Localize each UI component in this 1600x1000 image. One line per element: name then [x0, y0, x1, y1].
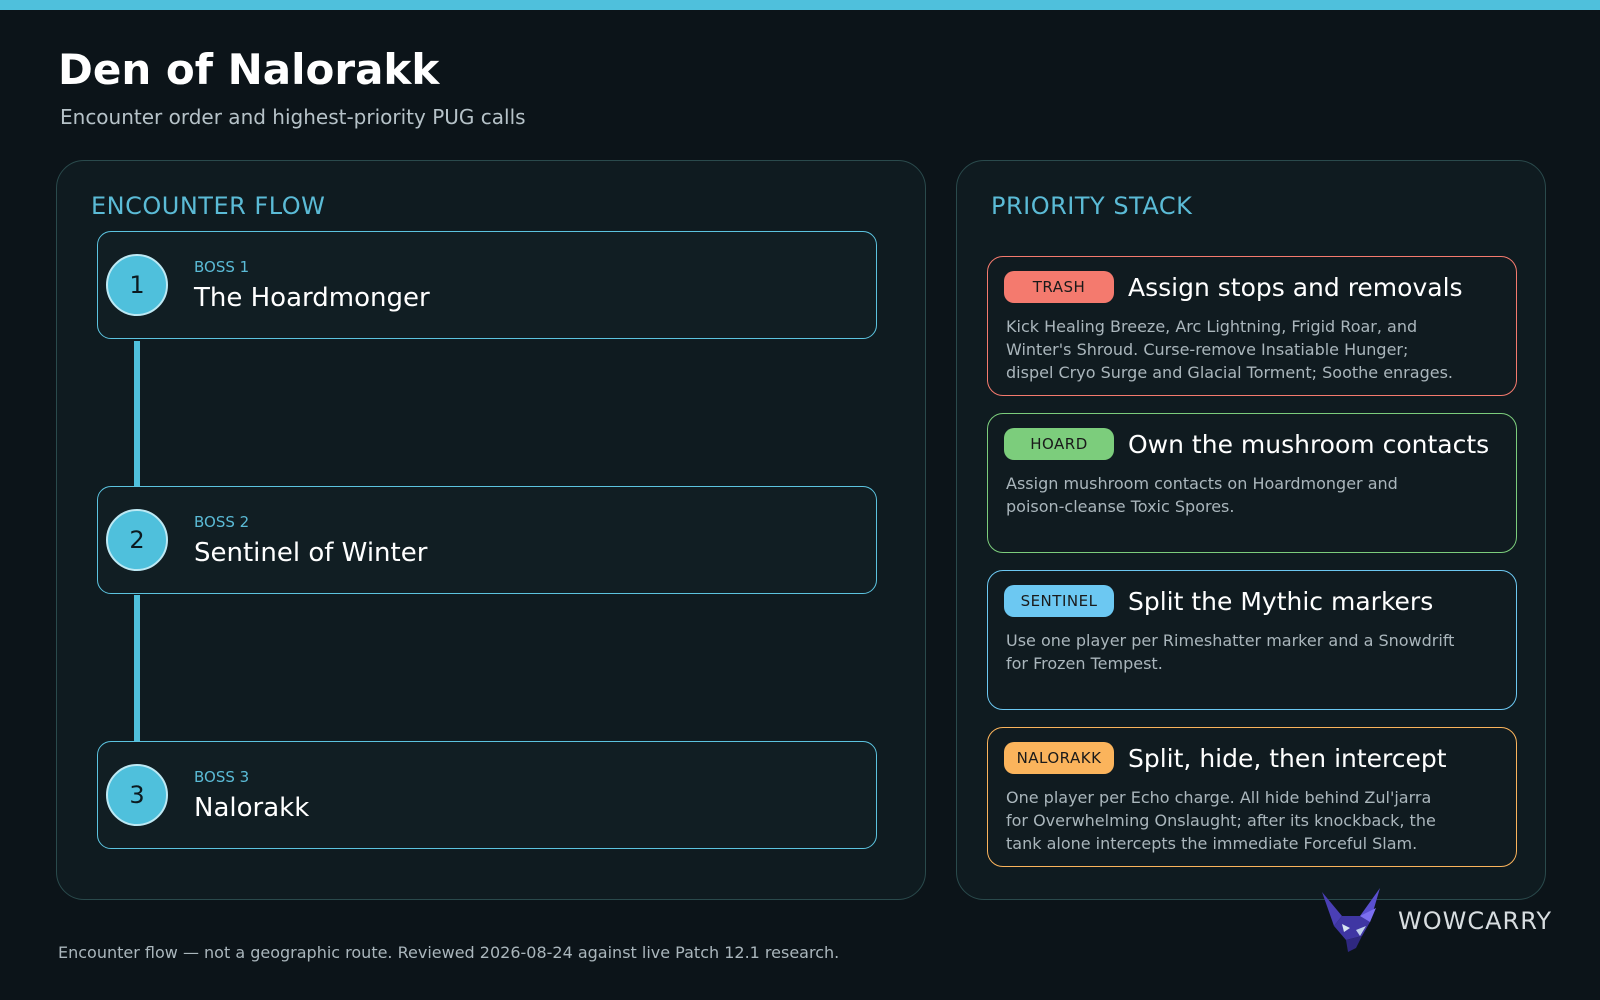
page-title: Den of Nalorakk: [58, 45, 440, 94]
priority-stack-heading: PRIORITY STACK: [991, 192, 1193, 220]
footer-note: Encounter flow — not a geographic route.…: [58, 943, 840, 962]
boss-name: Nalorakk: [194, 793, 310, 823]
boss-number-badge: 3: [106, 764, 168, 826]
boss-name: Sentinel of Winter: [194, 538, 428, 568]
boss-label: BOSS 2: [194, 513, 250, 531]
priority-title: Split, hide, then intercept: [1128, 744, 1447, 773]
boss-card-2[interactable]: 2 BOSS 2 Sentinel of Winter: [97, 486, 877, 594]
boss-name: The Hoardmonger: [194, 283, 430, 313]
priority-card-nalorakk[interactable]: NALORAKK Split, hide, then intercept One…: [987, 727, 1517, 867]
boss-number-badge: 2: [106, 509, 168, 571]
flow-connector: [134, 341, 140, 487]
priority-card-hoard[interactable]: HOARD Own the mushroom contacts Assign m…: [987, 413, 1517, 553]
priority-title: Assign stops and removals: [1128, 273, 1463, 302]
priority-description: Kick Healing Breeze, Arc Lightning, Frig…: [1006, 317, 1453, 382]
priority-description: One player per Echo charge. All hide beh…: [1006, 788, 1436, 853]
boss-card-1[interactable]: 1 BOSS 1 The Hoardmonger: [97, 231, 877, 339]
priority-stack-panel: PRIORITY STACK TRASH Assign stops and re…: [956, 160, 1546, 900]
boss-card-3[interactable]: 3 BOSS 3 Nalorakk: [97, 741, 877, 849]
priority-card-sentinel[interactable]: SENTINEL Split the Mythic markers Use on…: [987, 570, 1517, 710]
priority-badge: HOARD: [1004, 428, 1114, 460]
page-subtitle: Encounter order and highest-priority PUG…: [60, 105, 526, 129]
priority-title: Split the Mythic markers: [1128, 587, 1434, 616]
priority-description: Assign mushroom contacts on Hoardmonger …: [1006, 474, 1398, 516]
priority-badge: TRASH: [1004, 271, 1114, 303]
boss-label: BOSS 3: [194, 768, 250, 786]
fox-icon: [1322, 888, 1380, 952]
priority-title: Own the mushroom contacts: [1128, 430, 1490, 459]
boss-label: BOSS 1: [194, 258, 250, 276]
priority-card-trash[interactable]: TRASH Assign stops and removals Kick Hea…: [987, 256, 1517, 396]
top-accent-bar: [0, 0, 1600, 10]
boss-number-badge: 1: [106, 254, 168, 316]
brand-wordmark: WOWCARRY: [1398, 907, 1553, 935]
priority-description: Use one player per Rimeshatter marker an…: [1006, 631, 1455, 673]
encounter-flow-heading: ENCOUNTER FLOW: [91, 192, 326, 220]
encounter-flow-panel: ENCOUNTER FLOW 1 BOSS 1 The Hoardmonger …: [56, 160, 926, 900]
flow-connector: [134, 595, 140, 741]
priority-badge: SENTINEL: [1004, 585, 1114, 617]
priority-badge: NALORAKK: [1004, 742, 1114, 774]
